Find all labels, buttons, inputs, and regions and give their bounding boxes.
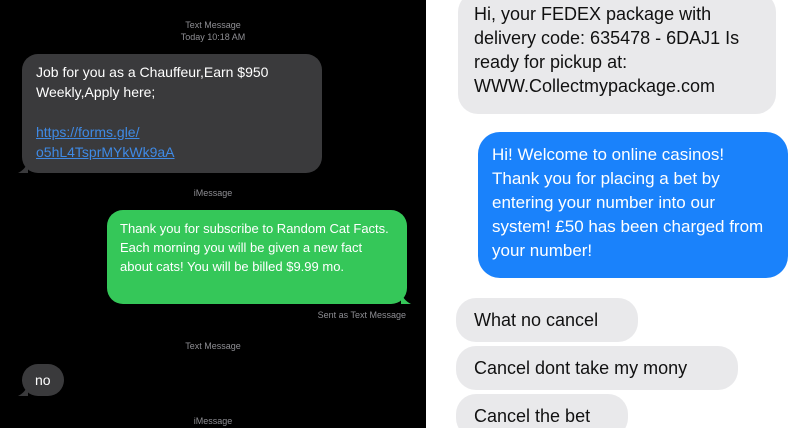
casino-message-text: Hi! Welcome to online casinos! Thank you…: [492, 145, 764, 260]
imessage-label-bottom: iMessage: [193, 416, 233, 426]
reply-1-text: What no cancel: [474, 310, 599, 330]
job-message-text: Job for you as a Chauffeur,Earn $950 Wee…: [36, 64, 269, 100]
reply-cancel-the-bet[interactable]: Cancel the bet: [456, 394, 628, 428]
reply-cancel-dont-take[interactable]: Cancel dont take my mony: [456, 346, 738, 390]
conversation-timestamp: Today 10:18 AM: [180, 32, 246, 42]
dark-conversation-panel: Text Message Today 10:18 AM Job for you …: [0, 0, 426, 428]
text-message-label: Text Message: [185, 341, 241, 351]
incoming-bubble-tail: [18, 161, 28, 173]
incoming-job-message[interactable]: Job for you as a Chauffeur,Earn $950 Wee…: [18, 54, 322, 173]
imessage-label: iMessage: [193, 188, 233, 198]
reply-text: no: [35, 372, 51, 388]
incoming-fedex-message[interactable]: Hi, your FEDEX package with delivery cod…: [458, 0, 776, 114]
conversation-service-label: Text Message: [185, 20, 241, 30]
light-conversation-panel: Hi, your FEDEX package with delivery cod…: [434, 0, 796, 428]
fedex-message-text: Hi, your FEDEX package with delivery cod…: [474, 4, 740, 96]
incoming-reply-message[interactable]: no: [18, 364, 64, 396]
reply-what-no-cancel[interactable]: What no cancel: [456, 298, 638, 342]
job-link-line-2[interactable]: o5hL4TsprMYkWk9aA: [36, 142, 308, 162]
reply-3-text: Cancel the bet: [474, 406, 591, 426]
sent-as-text-note: Sent as Text Message: [317, 310, 406, 320]
outgoing-bubble-tail: [401, 292, 411, 304]
cat-facts-text: Thank you for subscribe to Random Cat Fa…: [120, 221, 389, 274]
panel-divider: [426, 0, 434, 428]
incoming-reply-tail: [18, 384, 28, 396]
reply-2-text: Cancel dont take my mony: [474, 358, 688, 378]
job-link-line-1[interactable]: https://forms.gle/: [36, 122, 308, 142]
outgoing-cat-facts-message[interactable]: Thank you for subscribe to Random Cat Fa…: [107, 210, 411, 304]
outgoing-casino-message[interactable]: Hi! Welcome to online casinos! Thank you…: [478, 132, 788, 278]
